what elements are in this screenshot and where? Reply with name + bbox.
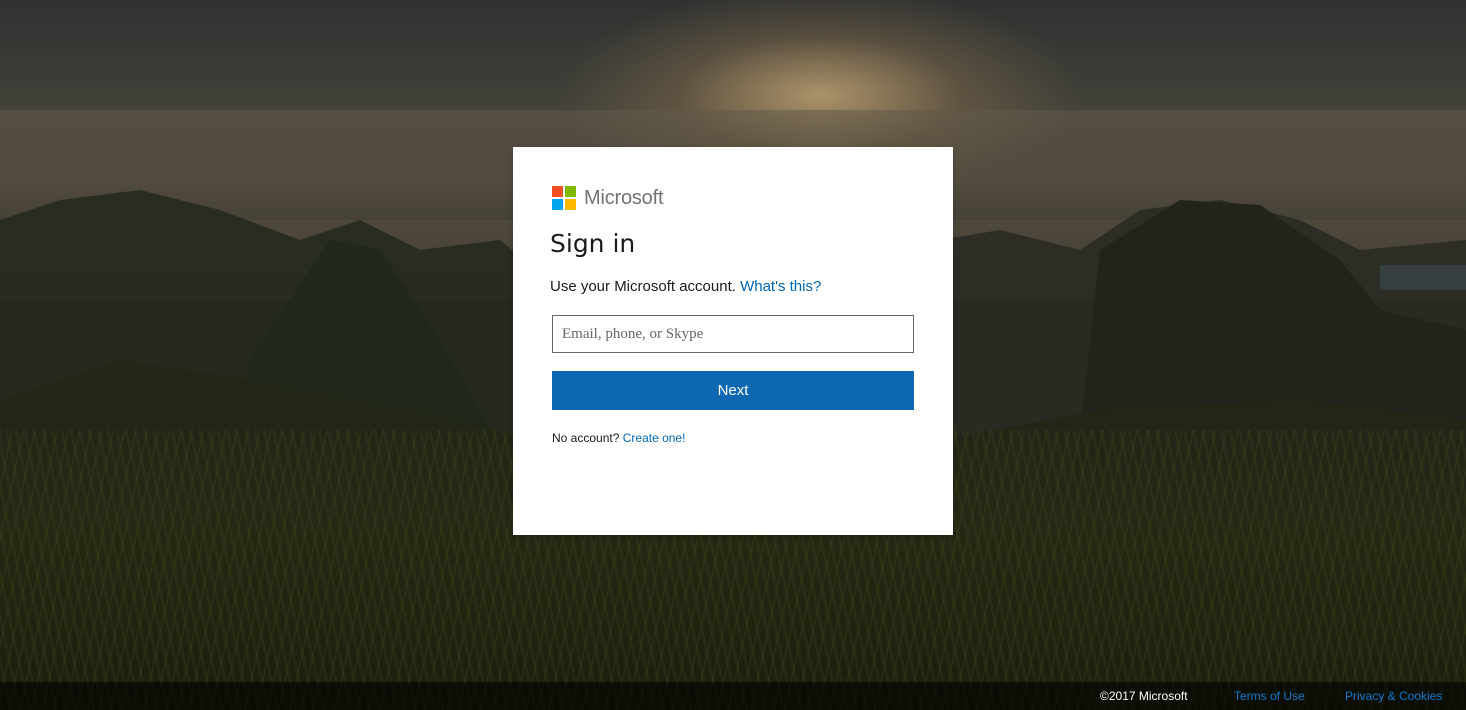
subtitle: Use your Microsoft account. What's this?: [550, 278, 821, 295]
footer: ©2017 Microsoft Terms of Use Privacy & C…: [0, 682, 1466, 710]
logo-square-blue: [552, 199, 563, 210]
logo-square-yellow: [565, 199, 576, 210]
subtitle-text: Use your Microsoft account.: [550, 278, 736, 295]
footer-copyright: ©2017 Microsoft: [1100, 689, 1188, 703]
microsoft-logo: Microsoft: [552, 186, 664, 210]
signin-card: Microsoft Sign in Use your Microsoft acc…: [513, 147, 953, 535]
whats-this-link[interactable]: What's this?: [740, 278, 821, 295]
create-account-link[interactable]: Create one!: [623, 431, 686, 445]
page-title: Sign in: [550, 229, 636, 258]
no-account-text: No account?: [552, 431, 620, 445]
logo-text: Microsoft: [584, 186, 664, 209]
logo-square-green: [565, 186, 576, 197]
privacy-cookies-link[interactable]: Privacy & Cookies: [1345, 689, 1442, 703]
microsoft-logo-icon: [552, 186, 576, 210]
page: Microsoft Sign in Use your Microsoft acc…: [0, 0, 1466, 710]
logo-square-red: [552, 186, 563, 197]
no-account-row: No account? Create one!: [552, 431, 685, 445]
terms-of-use-link[interactable]: Terms of Use: [1234, 689, 1305, 703]
email-field[interactable]: [552, 315, 914, 353]
next-button[interactable]: Next: [552, 371, 914, 410]
